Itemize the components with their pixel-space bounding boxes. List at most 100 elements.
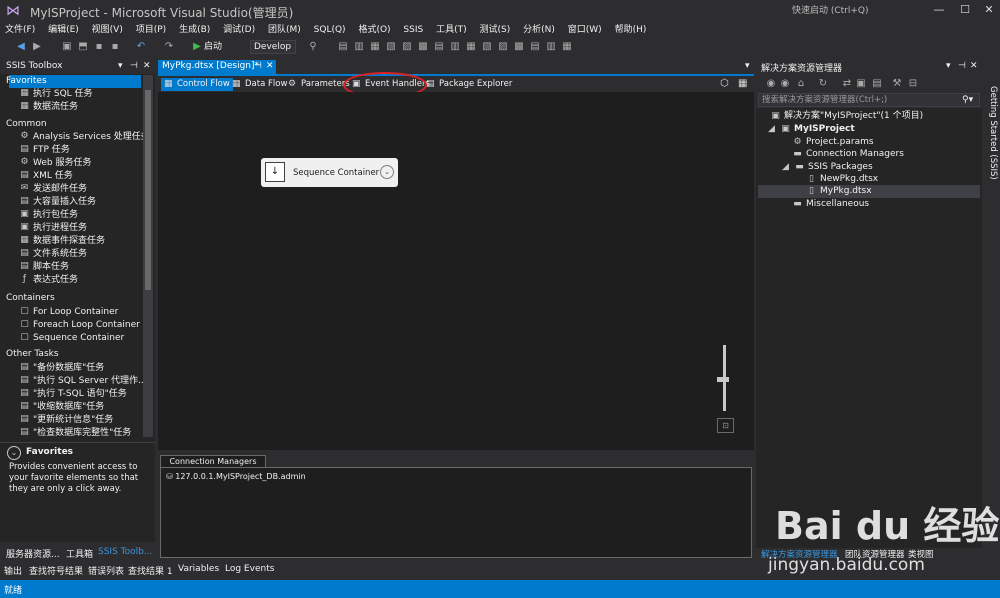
toolbox-item[interactable]: ▢ Foreach Loop Container bbox=[19, 319, 140, 332]
search-icon[interactable]: ⚲▾ bbox=[962, 95, 973, 105]
tab-data-flow[interactable]: ▦ Data Flow bbox=[229, 78, 290, 91]
layout-icon[interactable]: ▤ bbox=[336, 40, 350, 54]
toolbox-item[interactable]: ▤ "执行 T-SQL 语句"任务 bbox=[19, 388, 127, 401]
minimize-button[interactable]: — bbox=[928, 2, 950, 18]
menu-build[interactable]: 生成(B) bbox=[174, 22, 215, 38]
connection-managers-tab[interactable]: Connection Managers bbox=[160, 455, 266, 467]
layout-icon[interactable]: ▩ bbox=[416, 40, 430, 54]
menu-team[interactable]: 团队(M) bbox=[263, 22, 306, 38]
close-icon[interactable]: ✕ bbox=[970, 61, 978, 71]
menu-analyze[interactable]: 分析(N) bbox=[518, 22, 560, 38]
undo-icon[interactable]: ↶ bbox=[134, 40, 148, 54]
tab-error-list[interactable]: 错误列表 bbox=[88, 564, 124, 577]
tab-getting-started[interactable]: Getting Started (SSIS) bbox=[984, 86, 998, 180]
dropdown-icon[interactable]: ▾ bbox=[118, 61, 123, 71]
tab-log-events[interactable]: Log Events bbox=[225, 564, 274, 574]
toolbox-item[interactable]: ▤ 文件系统任务 bbox=[19, 248, 87, 261]
toolbox-item[interactable]: ▢ Sequence Container bbox=[19, 332, 124, 345]
menu-sql[interactable]: SQL(Q) bbox=[309, 22, 351, 38]
tab-find-symbol-results[interactable]: 查找符号结果 bbox=[29, 564, 83, 577]
layout-icon[interactable]: ▧ bbox=[384, 40, 398, 54]
toolbox-item[interactable]: ▤ 大容量插入任务 bbox=[19, 196, 96, 209]
collapse-all-icon[interactable]: ▣ bbox=[854, 77, 868, 91]
tab-ssis-toolbox[interactable]: SSIS Toolb... bbox=[98, 547, 152, 557]
toolbox-item[interactable]: ▢ For Loop Container bbox=[19, 306, 118, 319]
layout-icon[interactable]: ▨ bbox=[496, 40, 510, 54]
toolbox-item[interactable]: ▦ 执行 SQL 任务 bbox=[19, 88, 92, 101]
control-flow-canvas[interactable] bbox=[158, 92, 754, 450]
layout-icon[interactable]: ▤ bbox=[528, 40, 542, 54]
menu-test[interactable]: 测试(S) bbox=[475, 22, 516, 38]
layout-icon[interactable]: ▦ bbox=[560, 40, 574, 54]
collapse-icon[interactable]: ⌄ bbox=[7, 446, 21, 460]
layout-icon[interactable]: ▨ bbox=[400, 40, 414, 54]
tab-variables[interactable]: Variables bbox=[178, 564, 219, 574]
section-containers[interactable]: Containers bbox=[6, 293, 55, 303]
toolbox-item[interactable]: ⚙ Web 服务任务 bbox=[19, 157, 91, 170]
close-icon[interactable]: ✕ bbox=[266, 61, 274, 71]
refresh-icon[interactable]: ⇄ bbox=[840, 77, 854, 91]
toolbox-item[interactable]: ▤ FTP 任务 bbox=[19, 144, 70, 157]
tree-item-miscellaneous[interactable]: ▬ Miscellaneous bbox=[792, 198, 869, 211]
layout-icon[interactable]: ▥ bbox=[352, 40, 366, 54]
layout-icon[interactable]: ▦ bbox=[464, 40, 478, 54]
tab-control-flow[interactable]: ▦ Control Flow bbox=[161, 78, 233, 91]
start-button[interactable]: 启动 bbox=[204, 40, 222, 54]
toolbox-item[interactable]: ▤ "收缩数据库"任务 bbox=[19, 401, 104, 414]
menu-ssis[interactable]: SSIS bbox=[398, 22, 428, 38]
back-icon[interactable]: ◉ bbox=[764, 77, 778, 91]
section-other-tasks[interactable]: Other Tasks bbox=[6, 349, 59, 359]
tree-item-mypkg[interactable]: ▯ MyPkg.dtsx bbox=[806, 185, 872, 198]
toolbox-item[interactable]: ▦ 数据流任务 bbox=[19, 101, 78, 114]
pin-icon[interactable]: ⊣ bbox=[130, 61, 138, 71]
toolbox-item[interactable]: ▣ 执行包任务 bbox=[19, 209, 78, 222]
save-all-icon[interactable]: ▪ bbox=[108, 40, 122, 54]
show-all-icon[interactable]: ▤ bbox=[870, 77, 884, 91]
toolbox-scroll-thumb[interactable] bbox=[145, 90, 151, 290]
save-icon[interactable]: ▪ bbox=[92, 40, 106, 54]
grid-icon[interactable]: ▦ bbox=[738, 78, 747, 89]
layout-icon[interactable]: ▧ bbox=[480, 40, 494, 54]
tab-find-results[interactable]: 查找结果 1 bbox=[128, 564, 173, 577]
tab-server-explorer[interactable]: 服务器资源... bbox=[6, 547, 60, 560]
solution-search-input[interactable]: 搜索解决方案资源管理器(Ctrl+;) bbox=[758, 93, 980, 107]
zoom-fit-icon[interactable]: ⊡ bbox=[717, 418, 734, 433]
toolbox-item[interactable]: ▤ 脚本任务 bbox=[19, 261, 69, 274]
menu-edit[interactable]: 编辑(E) bbox=[43, 22, 84, 38]
toolbox-item[interactable]: ▦ 数据事件探查任务 bbox=[19, 235, 105, 248]
close-button[interactable]: ✕ bbox=[978, 2, 1000, 18]
new-project-icon[interactable]: ▣ bbox=[60, 40, 74, 54]
menu-view[interactable]: 视图(V) bbox=[87, 22, 128, 38]
tree-item-solution[interactable]: ▣ 解决方案"MyISProject"(1 个项目) bbox=[770, 110, 923, 123]
menu-window[interactable]: 窗口(W) bbox=[563, 22, 607, 38]
toolbox-item[interactable]: ƒ 表达式任务 bbox=[19, 274, 78, 287]
connection-manager-item[interactable]: ⛁ 127.0.0.1.MyISProject_DB.admin bbox=[166, 472, 306, 481]
menu-project[interactable]: 项目(P) bbox=[131, 22, 171, 38]
package-icon[interactable]: ⬡ bbox=[720, 78, 729, 89]
toolbox-item[interactable]: ⚙ Analysis Services 处理任务 bbox=[19, 131, 149, 144]
layout-icon[interactable]: ▤ bbox=[432, 40, 446, 54]
chevron-down-icon[interactable]: ⌄ bbox=[380, 165, 394, 179]
quick-launch-input[interactable]: 快速启动 (Ctrl+Q) bbox=[788, 2, 928, 20]
back-icon[interactable]: ◀ bbox=[14, 40, 28, 54]
pin-icon[interactable]: ⊣ bbox=[254, 61, 262, 71]
layout-icon[interactable]: ▥ bbox=[448, 40, 462, 54]
dropdown-icon[interactable]: ▾ bbox=[946, 61, 951, 71]
tab-toolbox[interactable]: 工具箱 bbox=[66, 547, 93, 560]
close-icon[interactable]: ✕ bbox=[143, 61, 151, 71]
toolbox-item[interactable]: ✉ 发送邮件任务 bbox=[19, 183, 87, 196]
menu-help[interactable]: 帮助(H) bbox=[610, 22, 652, 38]
zoom-slider-thumb[interactable] bbox=[717, 377, 729, 382]
dropdown-icon[interactable]: ▾ bbox=[745, 61, 750, 71]
toolbox-item[interactable]: ▣ 执行进程任务 bbox=[19, 222, 87, 235]
layout-icon[interactable]: ▩ bbox=[512, 40, 526, 54]
forward-icon[interactable]: ◉ bbox=[778, 77, 792, 91]
solution-config-select[interactable]: Develop bbox=[250, 40, 296, 54]
layout-icon[interactable]: ▦ bbox=[368, 40, 382, 54]
preview-icon[interactable]: ⊟ bbox=[906, 77, 920, 91]
maximize-button[interactable]: ☐ bbox=[954, 2, 976, 18]
toolbox-item[interactable]: ▤ "更新统计信息"任务 bbox=[19, 414, 113, 427]
menu-format[interactable]: 格式(O) bbox=[353, 22, 395, 38]
open-icon[interactable]: ⬒ bbox=[76, 40, 90, 54]
toolbox-item[interactable]: ▤ "备份数据库"任务 bbox=[19, 362, 104, 375]
